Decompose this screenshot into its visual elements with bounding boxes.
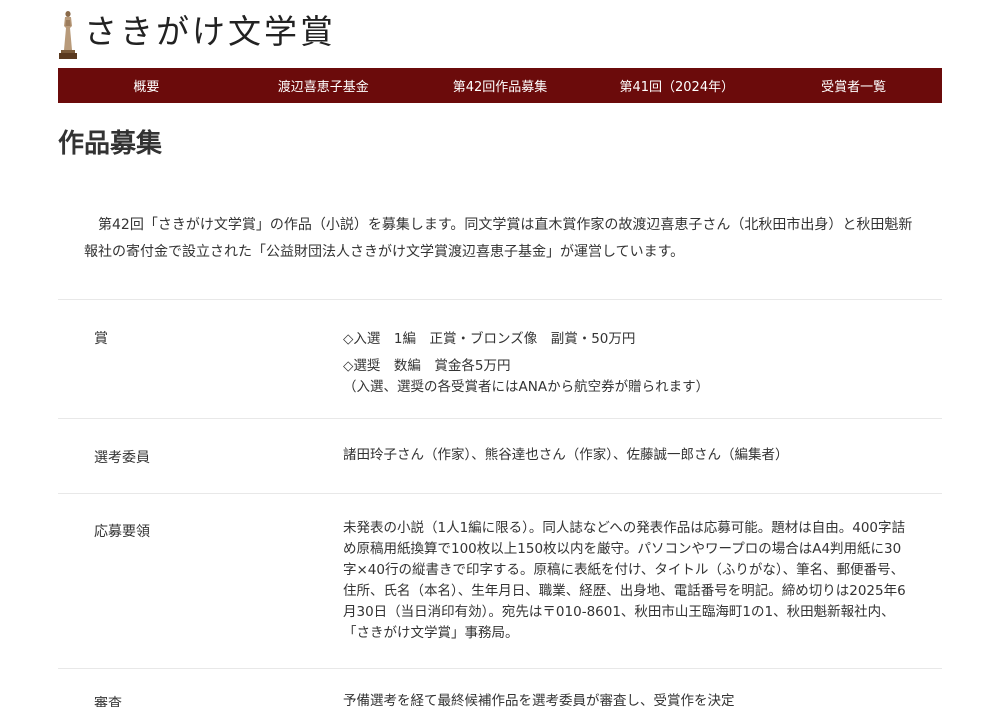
- prize-value: ◇入選 1編 正賞・ブロンズ像 副賞・50万円 ◇選奨 数編 賞金各5万円 （入…: [343, 329, 908, 398]
- divider: [58, 493, 942, 494]
- page: さきがけ文学賞 概要 渡辺喜恵子基金 第42回作品募集 第41回（2024年） …: [0, 0, 1000, 707]
- nav-item-fund[interactable]: 渡辺喜恵子基金: [235, 68, 412, 103]
- judges-value: 諸田玲子さん（作家）、熊谷達也さん（作家）、佐藤誠一郎さん（編集者）: [343, 447, 789, 463]
- nav-item-41st[interactable]: 第41回（2024年）: [588, 68, 765, 103]
- main-nav: 概要 渡辺喜恵子基金 第42回作品募集 第41回（2024年） 受賞者一覧: [58, 68, 942, 103]
- guidelines-label: 応募要領: [94, 524, 150, 540]
- guidelines-value: 未発表の小説（1人1編に限る）。同人誌などへの発表作品は応募可能。題材は自由。4…: [343, 520, 906, 641]
- prize-line-note: （入選、選奨の各受賞者にはANAから航空券が贈られます）: [343, 379, 710, 395]
- review-value: 予備選考を経て最終候補作品を選考委員が審査し、受賞作を決定: [343, 693, 735, 707]
- site-header: さきがけ文学賞: [58, 8, 942, 62]
- nav-item-winners[interactable]: 受賞者一覧: [765, 68, 942, 103]
- prize-label: 賞: [94, 331, 108, 347]
- bronze-statue-icon[interactable]: [58, 10, 78, 60]
- nav-item-overview[interactable]: 概要: [58, 68, 235, 103]
- divider: [58, 299, 942, 300]
- prize-line-secondary: ◇選奨 数編 賞金各5万円: [343, 358, 511, 374]
- nav-item-submissions[interactable]: 第42回作品募集: [412, 68, 589, 103]
- review-label: 審査: [94, 696, 122, 707]
- divider: [58, 418, 942, 419]
- intro-paragraph: 第42回「さきがけ文学賞」の作品（小説）を募集します。同文学賞は直木賞作家の故渡…: [84, 217, 913, 260]
- page-title: 作品募集: [58, 129, 163, 159]
- judges-label: 選考委員: [94, 450, 150, 466]
- site-title[interactable]: さきがけ文学賞: [84, 12, 336, 52]
- prize-line-main: ◇入選 1編 正賞・ブロンズ像 副賞・50万円: [343, 331, 636, 347]
- divider: [58, 668, 942, 669]
